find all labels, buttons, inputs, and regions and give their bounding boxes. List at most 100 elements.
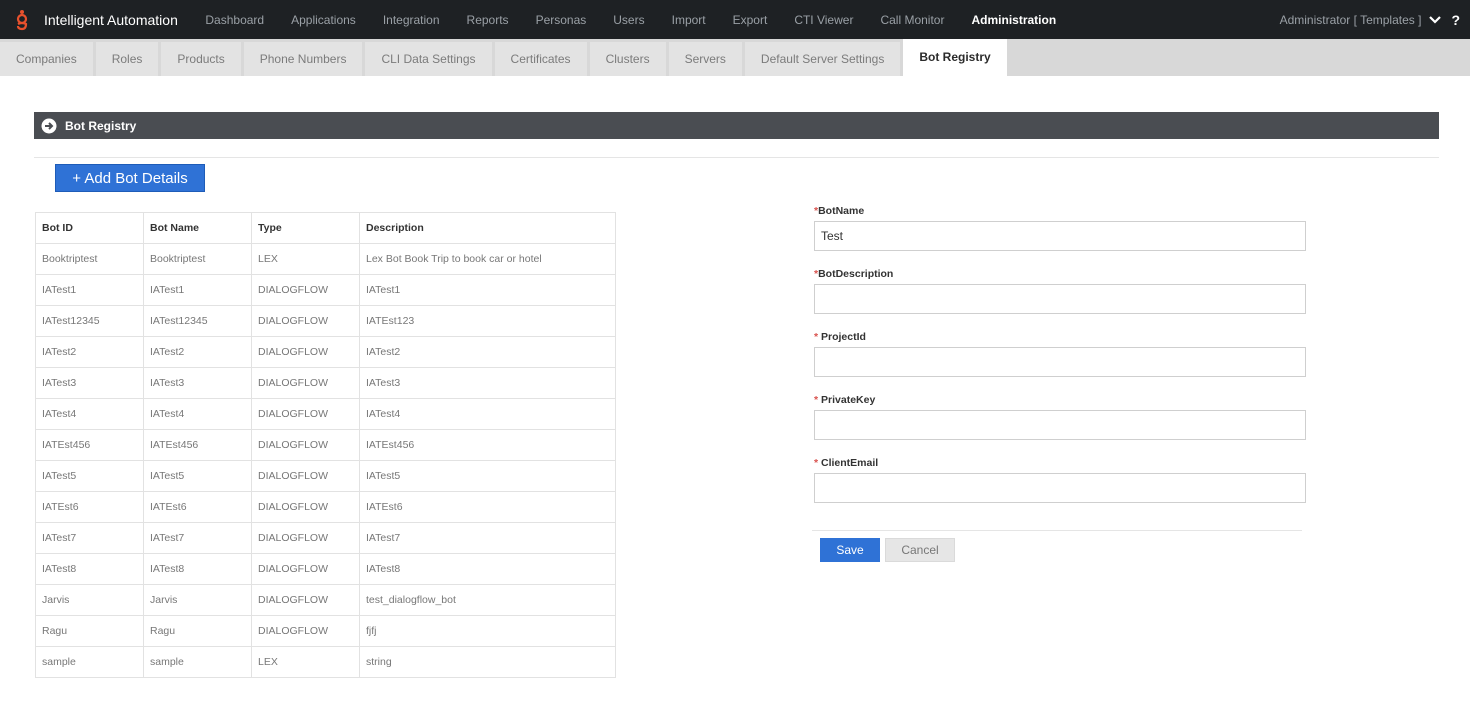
- cell-bot-name: IATest7: [143, 522, 252, 554]
- nav-call-monitor[interactable]: Call Monitor: [867, 13, 958, 27]
- required-mark: *: [814, 394, 822, 406]
- cell-bot-id: IATest2: [35, 336, 144, 368]
- nav-administration[interactable]: Administration: [958, 13, 1070, 27]
- table-row[interactable]: IATest2 IATest2 DIALOGFLOW IATest2: [35, 336, 616, 368]
- clientemail-input[interactable]: [814, 473, 1306, 503]
- cell-bot-name: IATest5: [143, 460, 252, 492]
- table-row[interactable]: IATest4 IATest4 DIALOGFLOW IATest4: [35, 398, 616, 430]
- form-divider: [812, 530, 1302, 531]
- botname-input[interactable]: [814, 221, 1306, 251]
- cell-type: DIALOGFLOW: [251, 274, 360, 306]
- cell-bot-name: sample: [143, 646, 252, 678]
- tab-roles[interactable]: Roles: [95, 42, 159, 76]
- cell-description: IATEst123: [359, 305, 616, 337]
- table-row[interactable]: IATest1 IATest1 DIALOGFLOW IATest1: [35, 274, 616, 306]
- nav-cti-viewer[interactable]: CTI Viewer: [781, 13, 867, 27]
- table-row[interactable]: Ragu Ragu DIALOGFLOW fjfj: [35, 615, 616, 647]
- column-header-type[interactable]: Type: [251, 212, 360, 244]
- add-bot-details-button[interactable]: + Add Bot Details: [55, 164, 205, 192]
- cell-bot-id: IATest7: [35, 522, 144, 554]
- table-row[interactable]: IATEst6 IATEst6 DIALOGFLOW IATEst6: [35, 491, 616, 523]
- cell-bot-id: Jarvis: [35, 584, 144, 616]
- cell-bot-id: sample: [35, 646, 144, 678]
- nav-export[interactable]: Export: [719, 13, 781, 27]
- tab-cli-data-settings[interactable]: CLI Data Settings: [365, 42, 492, 76]
- user-name[interactable]: Administrator [ Templates ]: [1280, 13, 1422, 27]
- table-row[interactable]: Jarvis Jarvis DIALOGFLOW test_dialogflow_bo…: [35, 584, 616, 616]
- cell-bot-id: IATest4: [35, 398, 144, 430]
- cell-bot-name: IATest3: [143, 367, 252, 399]
- panel-title: Bot Registry: [65, 118, 137, 133]
- table-row[interactable]: IATest8 IATest8 DIALOGFLOW IATest8: [35, 553, 616, 585]
- label-text: ClientEmail: [821, 457, 879, 469]
- table-row[interactable]: IATest12345 IATest12345 DIALOGFLOW IATEst12…: [35, 305, 616, 337]
- tab-default-server-settings[interactable]: Default Server Settings: [744, 42, 901, 76]
- genesys-logo-icon[interactable]: [12, 9, 32, 31]
- user-menu[interactable]: Administrator [ Templates ] ?: [1280, 0, 1460, 39]
- required-mark: *: [814, 331, 822, 343]
- cell-type: LEX: [251, 646, 360, 678]
- tab-clusters[interactable]: Clusters: [589, 42, 666, 76]
- cell-description: IATest3: [359, 367, 616, 399]
- tab-servers[interactable]: Servers: [668, 42, 742, 76]
- cell-description: IATest2: [359, 336, 616, 368]
- column-header-bot-name[interactable]: Bot Name: [143, 212, 252, 244]
- required-mark: *: [814, 457, 822, 469]
- cell-type: DIALOGFLOW: [251, 615, 360, 647]
- cell-bot-id: IATEst456: [35, 429, 144, 461]
- cell-description: Lex Bot Book Trip to book car or hotel: [359, 243, 616, 275]
- admin-subtabs: Companies Roles Products Phone Numbers C…: [0, 39, 1470, 76]
- cell-type: DIALOGFLOW: [251, 491, 360, 523]
- tab-companies[interactable]: Companies: [0, 42, 93, 76]
- nav-import[interactable]: Import: [658, 13, 719, 27]
- label-text: PrivateKey: [821, 394, 876, 406]
- nav-integration[interactable]: Integration: [369, 13, 453, 27]
- tab-bot-registry[interactable]: Bot Registry: [903, 39, 1007, 76]
- table-row[interactable]: Booktriptest Booktriptest LEX Lex Bot Book …: [35, 243, 616, 275]
- column-header-bot-id[interactable]: Bot ID: [35, 212, 144, 244]
- privatekey-input[interactable]: [814, 410, 1306, 440]
- tab-certificates[interactable]: Certificates: [494, 42, 587, 76]
- nav-dashboard[interactable]: Dashboard: [192, 13, 278, 27]
- nav-users[interactable]: Users: [600, 13, 658, 27]
- cell-bot-id: IATEst6: [35, 491, 144, 523]
- cell-bot-name: IATest1: [143, 274, 252, 306]
- app-title[interactable]: Intelligent Automation: [44, 12, 178, 28]
- cell-bot-name: IATEst456: [143, 429, 252, 461]
- chevron-down-icon[interactable]: [1429, 15, 1442, 24]
- label-text: BotName: [818, 205, 865, 217]
- nav-reports[interactable]: Reports: [453, 13, 522, 27]
- clientemail-label: * ClientEmail: [814, 457, 878, 469]
- privatekey-label: * PrivateKey: [814, 394, 875, 406]
- save-button[interactable]: Save: [820, 538, 880, 562]
- nav-applications[interactable]: Applications: [278, 13, 370, 27]
- cell-description: test_dialogflow_bot: [359, 584, 616, 616]
- cell-description: string: [359, 646, 616, 678]
- cell-bot-id: IATest12345: [35, 305, 144, 337]
- cell-bot-name: Jarvis: [143, 584, 252, 616]
- divider: [34, 157, 1439, 158]
- table-row[interactable]: IATest5 IATest5 DIALOGFLOW IATest5: [35, 460, 616, 492]
- projectid-input[interactable]: [814, 347, 1306, 377]
- botdescription-label: *BotDescription: [814, 268, 893, 280]
- tab-products[interactable]: Products: [161, 42, 241, 76]
- table-row[interactable]: IATest7 IATest7 DIALOGFLOW IATest7: [35, 522, 616, 554]
- nav-personas[interactable]: Personas: [522, 13, 600, 27]
- botname-label: *BotName: [814, 205, 864, 217]
- cell-bot-name: IATEst6: [143, 491, 252, 523]
- column-header-description[interactable]: Description: [359, 212, 616, 244]
- tab-phone-numbers[interactable]: Phone Numbers: [243, 42, 363, 76]
- table-row[interactable]: IATest3 IATest3 DIALOGFLOW IATest3: [35, 367, 616, 399]
- cell-type: DIALOGFLOW: [251, 522, 360, 554]
- cell-bot-name: IATest2: [143, 336, 252, 368]
- table-row[interactable]: IATEst456 IATEst456 DIALOGFLOW IATEst456: [35, 429, 616, 461]
- cell-description: IATest4: [359, 398, 616, 430]
- botdescription-input[interactable]: [814, 284, 1306, 314]
- cell-bot-id: Ragu: [35, 615, 144, 647]
- table-row[interactable]: sample sample LEX string: [35, 646, 616, 678]
- panel-header: Bot Registry: [34, 112, 1439, 139]
- help-icon[interactable]: ?: [1451, 12, 1460, 28]
- cancel-button[interactable]: Cancel: [885, 538, 955, 562]
- cell-description: IATest8: [359, 553, 616, 585]
- cell-description: fjfj: [359, 615, 616, 647]
